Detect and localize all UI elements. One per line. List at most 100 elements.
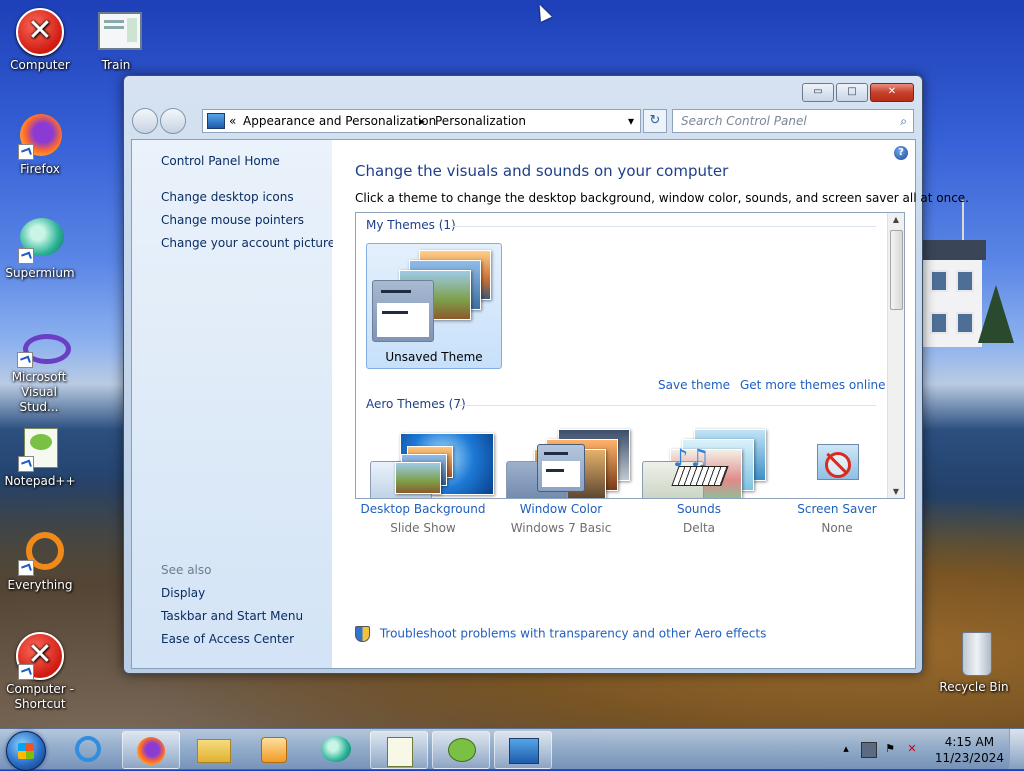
taskbar-notepad-plus-plus[interactable] xyxy=(432,731,490,769)
breadcrumb-appearance[interactable]: Appearance and Personalization xyxy=(243,110,436,132)
folder-icon xyxy=(197,739,231,763)
help-icon[interactable]: ? xyxy=(894,146,908,160)
desktop-icon-firefox[interactable]: Firefox xyxy=(0,112,80,177)
taskbar-notepad[interactable] xyxy=(370,731,428,769)
address-dropdown-icon[interactable]: ▾ xyxy=(628,110,634,132)
taskbar: ▴ ⚑ ✕ 4:15 AM 11/23/2024 xyxy=(0,728,1024,771)
breadcrumb-overflow[interactable]: « xyxy=(229,110,236,132)
address-bar[interactable]: « Appearance and Personalization ▸ Perso… xyxy=(202,109,641,133)
control-panel-icon xyxy=(207,113,225,129)
back-button[interactable] xyxy=(132,108,158,134)
save-theme-link[interactable]: Save theme xyxy=(658,378,730,392)
window-color-setting[interactable]: Window Color Windows 7 Basic xyxy=(491,442,631,535)
everything-search-icon xyxy=(16,528,64,576)
uac-shield-icon xyxy=(355,626,370,642)
desktop-icon-train[interactable]: Train xyxy=(76,8,156,73)
supermium-icon xyxy=(321,736,351,762)
breadcrumb-separator[interactable]: ▸ xyxy=(419,110,425,132)
get-more-themes-link[interactable]: Get more themes online xyxy=(740,378,886,392)
personalization-window[interactable]: ▭ □ ✕ « Appearance and Personalization ▸… xyxy=(123,75,969,674)
navigation-bar: « Appearance and Personalization ▸ Perso… xyxy=(132,107,914,135)
desktop-icon-label: Notepad++ xyxy=(4,474,76,488)
setting-title[interactable]: Desktop Background xyxy=(353,502,493,516)
supermium-icon xyxy=(16,216,64,264)
notepad-icon xyxy=(387,737,413,767)
screen-saver-setting[interactable]: Screen Saver None xyxy=(767,442,907,535)
setting-title[interactable]: Window Color xyxy=(491,502,631,516)
desktop-icon-label: Recycle Bin xyxy=(939,680,1009,694)
taskbar-internet-explorer[interactable] xyxy=(61,731,117,767)
desktop-icon-label: Supermium xyxy=(5,266,75,280)
close-button[interactable]: ✕ xyxy=(870,83,914,102)
desktop-icon-recycle-bin[interactable]: Recycle Bin xyxy=(934,630,1014,695)
display-link[interactable]: Display xyxy=(161,586,205,600)
setting-title[interactable]: Sounds xyxy=(629,502,769,516)
desktop-icon-label: Everything xyxy=(7,578,73,592)
troubleshoot-aero-link[interactable]: Troubleshoot problems with transparency … xyxy=(355,626,766,642)
see-also-heading: See also xyxy=(161,563,212,577)
desktop-icon-label: Microsoft Visual Stud... xyxy=(11,370,67,414)
taskbar-start-menu-link[interactable]: Taskbar and Start Menu xyxy=(161,609,303,623)
desktop-background-setting[interactable]: Desktop Background Slide Show xyxy=(353,442,493,535)
change-mouse-pointers-link[interactable]: Change mouse pointers xyxy=(161,213,304,227)
group-divider xyxy=(451,226,876,227)
setting-value: Delta xyxy=(682,521,715,535)
network-icon[interactable] xyxy=(861,742,877,758)
search-icon[interactable]: ⌕ xyxy=(900,110,907,132)
taskbar-explorer[interactable] xyxy=(185,731,241,767)
control-panel-home-link[interactable]: Control Panel Home xyxy=(161,154,280,168)
system-clock[interactable]: 4:15 AM 11/23/2024 xyxy=(935,734,1004,766)
media-player-icon xyxy=(261,737,287,763)
setting-title[interactable]: Screen Saver xyxy=(767,502,907,516)
internet-explorer-icon xyxy=(75,736,101,762)
forward-button[interactable] xyxy=(160,108,186,134)
search-input[interactable]: Search Control Panel ⌕ xyxy=(672,109,914,133)
ease-of-access-link[interactable]: Ease of Access Center xyxy=(161,632,294,646)
breadcrumb-personalization[interactable]: Personalization xyxy=(435,110,526,132)
setting-value: Windows 7 Basic xyxy=(510,521,612,535)
desktop-icon-visual-studio[interactable]: Microsoft Visual Stud... xyxy=(0,330,78,415)
scroll-up-icon[interactable]: ▲ xyxy=(888,215,904,224)
search-placeholder: Search Control Panel xyxy=(681,114,807,128)
desktop-icon-supermium[interactable]: Supermium xyxy=(0,216,80,281)
start-button[interactable] xyxy=(6,731,46,771)
control-panel-icon xyxy=(509,738,539,764)
wallpaper-house xyxy=(918,240,986,347)
sounds-setting[interactable]: ♪♫ Sounds Delta xyxy=(629,442,769,535)
action-center-flag-icon[interactable]: ⚑ xyxy=(883,742,897,756)
desktop-icon-label: Computer - Shortcut xyxy=(6,682,74,711)
maximize-button[interactable]: □ xyxy=(836,83,868,102)
taskbar-supermium[interactable] xyxy=(308,731,364,767)
wallpaper-tree xyxy=(978,285,1014,343)
show-desktop-button[interactable] xyxy=(1009,729,1024,769)
unsaved-theme-tile[interactable]: Unsaved Theme xyxy=(366,243,502,369)
theme-name: Unsaved Theme xyxy=(385,350,483,364)
change-account-picture-link[interactable]: Change your account picture xyxy=(161,236,335,250)
desktop-icon-everything[interactable]: Everything xyxy=(0,528,80,593)
firefox-icon xyxy=(16,112,64,160)
setting-value: Slide Show xyxy=(390,521,456,535)
refresh-button[interactable]: ↻ xyxy=(643,109,667,133)
desktop-icon-computer-shortcut[interactable]: ✕ Computer - Shortcut xyxy=(0,632,80,712)
clock-time: 4:15 AM xyxy=(944,735,995,749)
notification-area: ▴ ⚑ ✕ 4:15 AM 11/23/2024 xyxy=(839,729,1024,769)
desktop-icon-notepad-plus-plus[interactable]: Notepad++ xyxy=(0,424,80,489)
scrollbar-thumb[interactable] xyxy=(890,230,903,310)
windows-logo-icon xyxy=(18,743,34,759)
taskbar-firefox[interactable] xyxy=(122,731,180,769)
taskbar-media-player[interactable] xyxy=(245,731,301,767)
change-desktop-icons-link[interactable]: Change desktop icons xyxy=(161,190,294,204)
setting-value: None xyxy=(821,521,853,535)
minimize-button[interactable]: ▭ xyxy=(802,83,834,102)
desktop-icon-computer[interactable]: ✕ Computer xyxy=(0,8,80,73)
show-hidden-icons-button[interactable]: ▴ xyxy=(839,742,853,756)
window-color-preview-icon xyxy=(372,280,434,342)
volume-muted-icon[interactable]: ✕ xyxy=(905,742,919,756)
taskbar-control-panel[interactable] xyxy=(494,731,552,769)
my-themes-heading: My Themes (1) xyxy=(366,218,456,232)
troubleshoot-text[interactable]: Troubleshoot problems with transparency … xyxy=(380,627,767,641)
notepad-plus-plus-icon xyxy=(448,738,476,762)
photos-icon xyxy=(393,442,453,494)
personalization-content: ? Change the visuals and sounds on your … xyxy=(333,140,969,668)
desktop-icon-label: Computer xyxy=(10,58,70,72)
